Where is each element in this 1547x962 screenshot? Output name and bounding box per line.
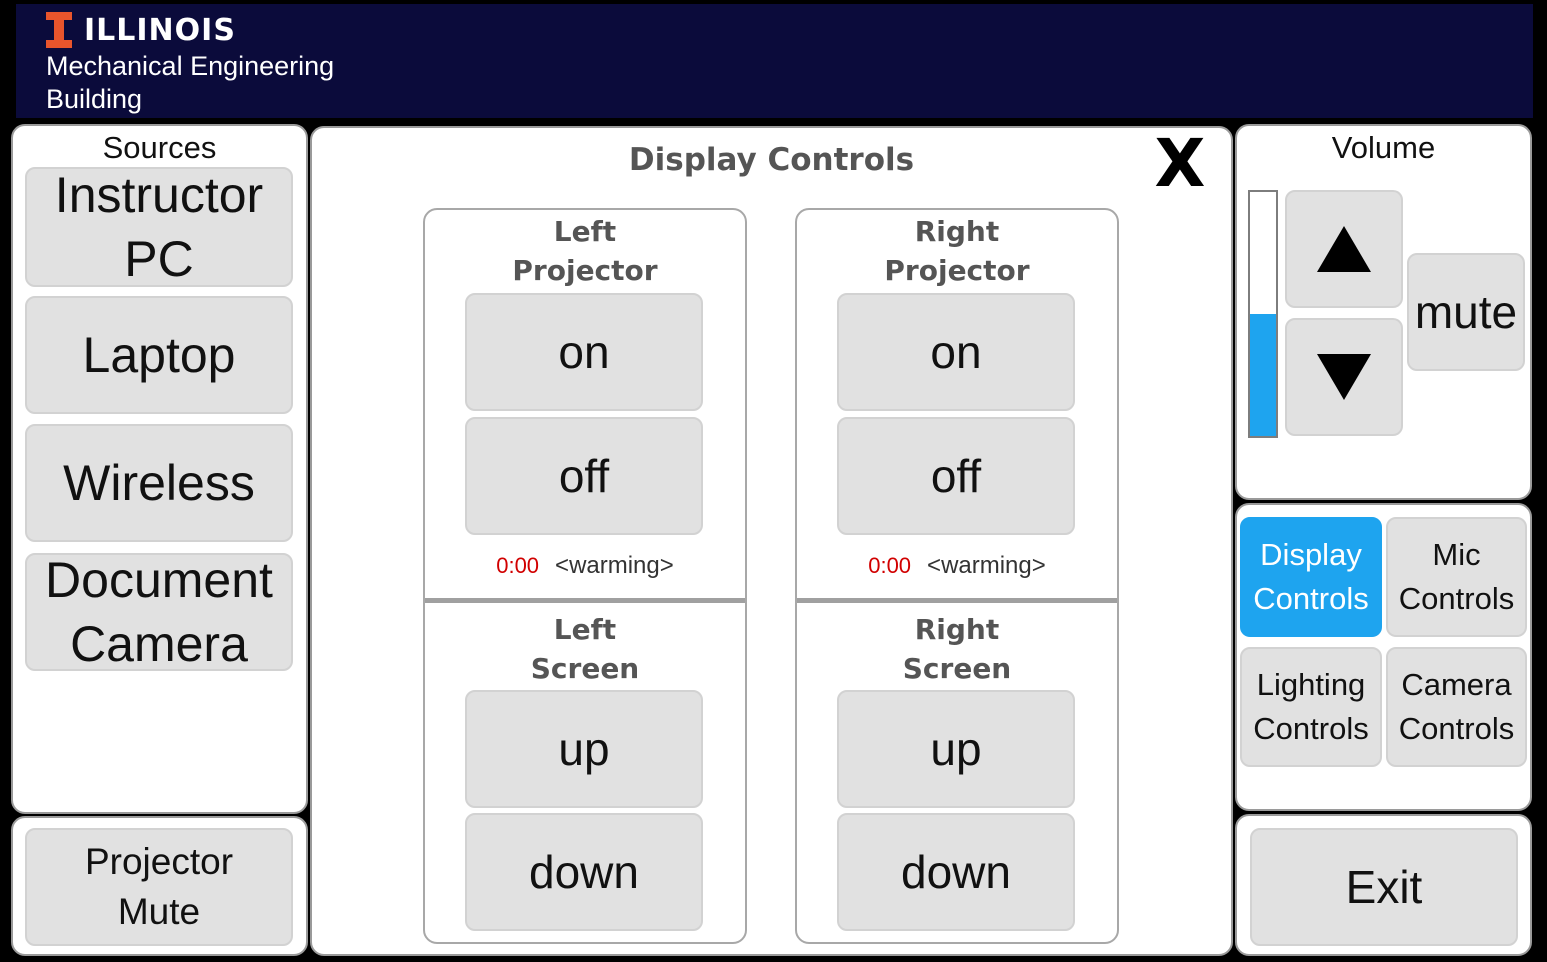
left-projector-status-row: 0:00 <warming> [423, 550, 747, 585]
nav-camera-controls-button[interactable]: Camera Controls [1386, 647, 1527, 767]
building-name: Mechanical Engineering Building [46, 51, 335, 114]
source-document-camera-button[interactable]: Document Camera [25, 552, 293, 672]
brand-name: ILLINOIS [84, 12, 236, 48]
right-projector-on-button[interactable]: on [837, 293, 1075, 411]
right-projector-off-button[interactable]: off [837, 417, 1075, 535]
left-screen-title: Left Screen [530, 613, 640, 685]
volume-mute-button[interactable]: mute [1407, 253, 1525, 371]
nav-mic-controls-button[interactable]: Mic Controls [1386, 517, 1527, 637]
source-wireless-button[interactable]: Wireless [25, 424, 293, 542]
volume-level-fill [1250, 314, 1276, 436]
right-divider [797, 598, 1117, 603]
nav-display-controls-button[interactable]: Display Controls [1240, 517, 1382, 637]
left-projector-off-button[interactable]: off [465, 417, 703, 535]
right-projector-status: <warming> [927, 552, 1046, 579]
display-controls-title: Display Controls [628, 142, 915, 178]
right-screen-down-button[interactable]: down [837, 813, 1075, 931]
right-screen-up-button[interactable]: up [837, 690, 1075, 808]
illinois-logo: ILLINOIS [46, 12, 236, 48]
source-instructor-pc-button[interactable]: Instructor PC [25, 167, 293, 287]
block-i-icon [46, 12, 72, 48]
volume-up-button[interactable] [1285, 190, 1403, 308]
close-icon[interactable]: X [1150, 128, 1210, 200]
nav-lighting-controls-button[interactable]: Lighting Controls [1240, 647, 1382, 767]
right-projector-timer: 0:00 [868, 553, 912, 578]
left-projector-timer: 0:00 [496, 553, 540, 578]
header-bar: ILLINOIS Mechanical Engineering Building [16, 4, 1533, 118]
right-projector-title: Right Projector [884, 215, 1030, 287]
sources-title: Sources [102, 130, 217, 165]
right-projector-status-row: 0:00 <warming> [795, 550, 1119, 585]
left-screen-up-button[interactable]: up [465, 690, 703, 808]
volume-title: Volume [1331, 130, 1436, 165]
left-projector-on-button[interactable]: on [465, 293, 703, 411]
left-screen-down-button[interactable]: down [465, 813, 703, 931]
left-projector-title: Left Projector [512, 215, 658, 287]
left-divider [425, 598, 745, 603]
control-screen: ILLINOIS Mechanical Engineering Building… [0, 0, 1547, 962]
triangle-down-icon [1317, 354, 1371, 400]
right-screen-title: Right Screen [902, 613, 1012, 685]
volume-down-button[interactable] [1285, 318, 1403, 436]
exit-button[interactable]: Exit [1250, 828, 1518, 946]
projector-mute-button[interactable]: Projector Mute [25, 828, 293, 946]
left-projector-status: <warming> [555, 552, 674, 579]
source-laptop-button[interactable]: Laptop [25, 296, 293, 414]
triangle-up-icon [1317, 226, 1371, 272]
volume-level-bar[interactable] [1248, 190, 1278, 438]
